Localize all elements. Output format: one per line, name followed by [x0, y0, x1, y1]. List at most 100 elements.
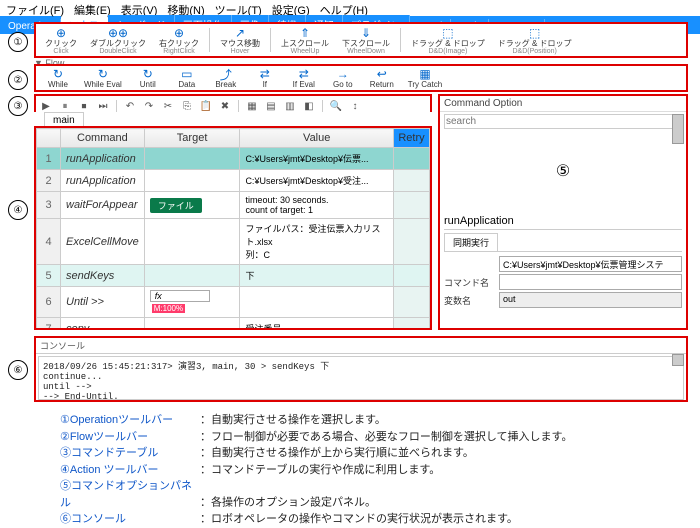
op-rightclick[interactable]: ⊕右クリックRightClick	[154, 25, 204, 55]
action-button[interactable]: ▥	[282, 98, 298, 114]
menu-item[interactable]: ファイル(F)	[6, 2, 64, 14]
legend-row: ⑤コマンドオプションパネル：各操作のオプション設定パネル。	[60, 478, 572, 511]
menu-item[interactable]: ツール(T)	[215, 2, 262, 14]
operation-toolbar: ⊕クリックClick⊕⊕ダブルクリックDoubleClick⊕右クリックRigh…	[36, 24, 686, 56]
flow-toolbar-panel: ↻While↻While Eval↻Until▭Data⤴Break⇄If⇄If…	[34, 64, 688, 92]
option-value-1[interactable]: C:¥Users¥jmt¥Desktop¥伝票管理システム.exe	[499, 256, 682, 272]
table-row[interactable]: 4ExcelCellMoveファイルパス：受注伝票入力リスト.xlsx 列：C	[37, 219, 430, 265]
table-row[interactable]: 1runApplicationC:¥Users¥jmt¥Desktop¥伝票..…	[37, 148, 430, 170]
menu-item[interactable]: 設定(G)	[272, 2, 310, 14]
try catch-icon: ▦	[418, 67, 432, 81]
menu-item[interactable]: 編集(E)	[74, 2, 111, 14]
op-hover[interactable]: ↗マウス移動Hover	[215, 25, 265, 55]
while eval-icon: ↻	[96, 67, 110, 81]
callout-1: ①	[8, 32, 28, 52]
menu-item[interactable]: 移動(N)	[167, 2, 204, 14]
action-button[interactable]: 📋	[198, 98, 214, 114]
option-cmd-name: runApplication	[444, 215, 682, 230]
action-button[interactable]: ↷	[141, 98, 157, 114]
until-icon: ↻	[141, 67, 155, 81]
option-label-3: 変数名	[444, 294, 499, 307]
data-icon: ▭	[180, 67, 194, 81]
if-icon: ⇄	[258, 67, 272, 81]
action-button[interactable]: ⏭	[95, 98, 111, 114]
op-d&d(position)[interactable]: ⬚ドラッグ & ドロップD&D(Position)	[493, 25, 577, 55]
option-label-2: コマンド名	[444, 276, 499, 289]
flow-if[interactable]: ⇄If	[247, 67, 283, 89]
callout-5-inline: ⑤	[440, 131, 686, 211]
op-click[interactable]: ⊕クリックClick	[40, 25, 82, 55]
legend-row: ⑥コンソール：ロボオペレータの操作やコマンドの実行状況が表示されます。	[60, 511, 572, 528]
op-wheelup[interactable]: ⇑上スクロールWheelUp	[276, 25, 334, 55]
console-panel: コンソール 2018/09/26 15:45:21:317> 演習3, main…	[34, 336, 688, 402]
action-button[interactable]: ▤	[263, 98, 279, 114]
table-row[interactable]: 2runApplicationC:¥Users¥jmt¥Desktop¥受注..…	[37, 170, 430, 192]
legend-row: ④Action ツールバー：コマンドテーブルの実行や作成に利用します。	[60, 462, 572, 479]
command-table[interactable]: CommandTargetValueRetry1runApplicationC:…	[36, 128, 430, 330]
if eval-icon: ⇄	[297, 67, 311, 81]
table-row[interactable]: 6Until >>fxM:100%	[37, 287, 430, 318]
d&d(position)-icon: ⬚	[528, 26, 542, 40]
command-option-panel: Command Option ⑤ runApplication 同期実行 C:¥…	[438, 94, 688, 330]
menu-item[interactable]: 表示(V)	[121, 2, 158, 14]
flow-while[interactable]: ↻While	[40, 67, 76, 89]
action-button[interactable]: ✖	[217, 98, 233, 114]
wheeldown-icon: ⇓	[359, 26, 373, 40]
doubleclick-icon: ⊕⊕	[111, 26, 125, 40]
menu-bar: ファイル(F) 編集(E) 表示(V) 移動(N) ツール(T) 設定(G) ヘルプ(H)	[0, 0, 700, 16]
op-d&d(image)[interactable]: ⬚ドラッグ & ドロップD&D(Image)	[406, 25, 490, 55]
console-output[interactable]: 2018/09/26 15:45:21:317> 演習3, main, 30 >…	[38, 356, 684, 400]
flow-try-catch[interactable]: ▦Try Catch	[403, 67, 447, 89]
flow-go-to[interactable]: →Go to	[325, 67, 361, 89]
legend-row: ③コマンドテーブル：自動実行させる操作が上から実行順に並べられます。	[60, 445, 572, 462]
action-button[interactable]: ⎘	[179, 98, 195, 114]
go to-icon: →	[336, 67, 350, 81]
while-icon: ↻	[51, 67, 65, 81]
menu-item[interactable]: ヘルプ(H)	[320, 2, 368, 14]
op-doubleclick[interactable]: ⊕⊕ダブルクリックDoubleClick	[85, 25, 151, 55]
flow-return[interactable]: ↩Return	[364, 67, 400, 89]
console-scrollbar[interactable]	[672, 354, 684, 366]
table-row[interactable]: 7copy受注番号	[37, 318, 430, 331]
command-table-panel: CommandTargetValueRetry1runApplicationC:…	[34, 126, 432, 330]
option-title: Command Option	[440, 96, 686, 112]
action-button[interactable]: ▦	[244, 98, 260, 114]
legend: ①Operationツールバー：自動実行させる操作を選択します。②Flowツール…	[60, 412, 572, 528]
option-tab-sync[interactable]: 同期実行	[444, 233, 498, 251]
action-button[interactable]: ◧	[301, 98, 317, 114]
legend-row: ②Flowツールバー：フロー制御が必要である場合、必要なフロー制御を選択して挿入…	[60, 429, 572, 446]
flow-until[interactable]: ↻Until	[130, 67, 166, 89]
wheelup-icon: ⇑	[298, 26, 312, 40]
callout-6: ⑥	[8, 360, 28, 380]
option-value-3[interactable]: out	[499, 292, 682, 308]
operation-toolbar-panel: ⊕クリックClick⊕⊕ダブルクリックDoubleClick⊕右クリックRigh…	[34, 22, 688, 58]
d&d(image)-icon: ⬚	[441, 26, 455, 40]
option-value-2[interactable]	[499, 274, 682, 290]
callout-4: ④	[8, 200, 28, 220]
return-icon: ↩	[375, 67, 389, 81]
action-button[interactable]: 🔍	[328, 98, 344, 114]
option-tabs[interactable]: 同期実行	[444, 233, 682, 252]
legend-row: ①Operationツールバー：自動実行させる操作を選択します。	[60, 412, 572, 429]
console-title: コンソール	[36, 338, 686, 354]
callout-3: ③	[8, 96, 28, 116]
option-search[interactable]	[444, 114, 682, 129]
flow-if-eval[interactable]: ⇄If Eval	[286, 67, 322, 89]
flow-break[interactable]: ⤴Break	[208, 67, 244, 89]
option-scrollbar[interactable]	[672, 114, 684, 144]
action-button[interactable]: ↶	[122, 98, 138, 114]
flow-while-eval[interactable]: ↻While Eval	[79, 67, 127, 89]
op-wheeldown[interactable]: ⇓下スクロールWheelDown	[337, 25, 395, 55]
table-row[interactable]: 5sendKeys下	[37, 265, 430, 287]
action-button[interactable]: ✂	[160, 98, 176, 114]
action-toolbar-panel: ▶⏸⏹⏭↶↷✂⎘📋✖▦▤▥◧🔍↕	[34, 94, 432, 112]
hover-icon: ↗	[233, 26, 247, 40]
callout-2: ②	[8, 70, 28, 90]
click-icon: ⊕	[54, 26, 68, 40]
flow-data[interactable]: ▭Data	[169, 67, 205, 89]
action-button[interactable]: ↕	[347, 98, 363, 114]
rightclick-icon: ⊕	[172, 26, 186, 40]
table-row[interactable]: 3waitForAppearファイルtimeout: 30 seconds. c…	[37, 192, 430, 219]
break-icon: ⤴	[219, 67, 233, 81]
flow-toolbar: ↻While↻While Eval↻Until▭Data⤴Break⇄If⇄If…	[36, 66, 686, 90]
